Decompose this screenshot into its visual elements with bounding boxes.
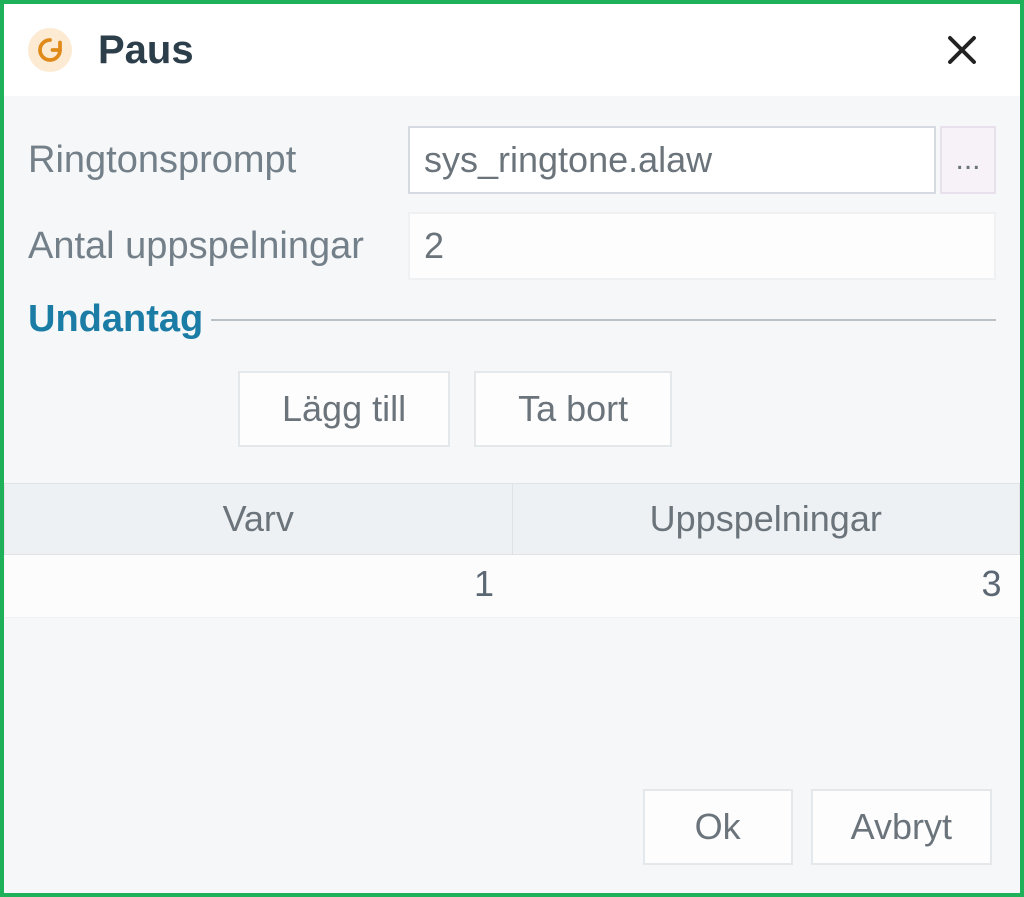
col-header-lap[interactable]: Varv <box>5 484 513 555</box>
exceptions-title: Undantag <box>28 298 211 341</box>
dialog-body: Ringtonsprompt ... Antal uppspelningar U… <box>4 96 1020 618</box>
cell-plays: 3 <box>512 555 1020 618</box>
plays-input[interactable] <box>408 212 996 280</box>
section-divider <box>211 319 996 321</box>
pause-dialog: Paus Ringtonsprompt ... Antal uppspelnin… <box>0 0 1024 897</box>
table-row[interactable]: 1 3 <box>5 555 1020 618</box>
ringtone-label: Ringtonsprompt <box>28 139 408 182</box>
cell-lap: 1 <box>5 555 513 618</box>
ringtone-input[interactable] <box>408 126 936 194</box>
titlebar: Paus <box>4 4 1020 96</box>
browse-button[interactable]: ... <box>940 126 996 194</box>
remove-button[interactable]: Ta bort <box>474 371 672 447</box>
cancel-button[interactable]: Avbryt <box>811 789 992 865</box>
close-button[interactable] <box>932 20 992 80</box>
col-header-plays[interactable]: Uppspelningar <box>512 484 1020 555</box>
plays-row: Antal uppspelningar <box>28 212 996 280</box>
dialog-title: Paus <box>98 28 194 73</box>
exception-buttons: Lägg till Ta bort <box>238 371 996 447</box>
dialog-footer: Ok Avbryt <box>643 789 992 865</box>
ok-button[interactable]: Ok <box>643 789 793 865</box>
ringtone-row: Ringtonsprompt ... <box>28 126 996 194</box>
app-icon <box>28 28 72 72</box>
exceptions-header: Undantag <box>28 298 996 341</box>
add-button[interactable]: Lägg till <box>238 371 450 447</box>
exceptions-table: Varv Uppspelningar 1 3 <box>4 483 1020 618</box>
plays-label: Antal uppspelningar <box>28 225 408 268</box>
